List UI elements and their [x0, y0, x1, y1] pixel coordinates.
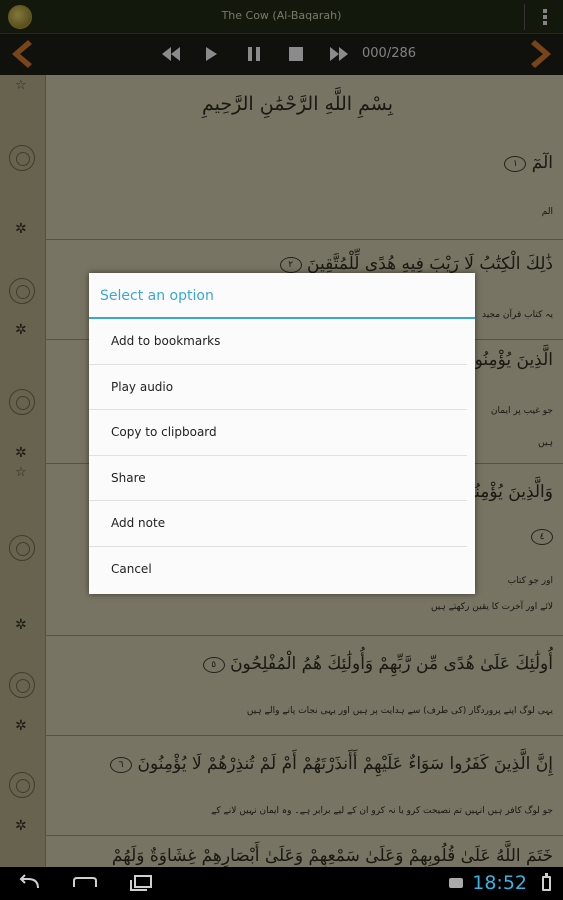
- system-nav-bar: 18:52: [0, 867, 563, 900]
- select-option-dialog: Select an option Add to bookmarks Play a…: [89, 273, 475, 594]
- add-note-option[interactable]: Add note: [89, 501, 467, 547]
- add-to-bookmarks-option[interactable]: Add to bookmarks: [89, 319, 467, 365]
- cancel-option[interactable]: Cancel: [89, 547, 467, 593]
- clock: 18:52: [472, 872, 527, 894]
- copy-to-clipboard-option[interactable]: Copy to clipboard: [89, 410, 467, 456]
- dialog-title: Select an option: [89, 273, 475, 319]
- battery-icon: [542, 873, 551, 891]
- keyboard-icon: [449, 878, 463, 888]
- share-option[interactable]: Share: [89, 456, 467, 502]
- play-audio-option[interactable]: Play audio: [89, 365, 467, 411]
- home-icon[interactable]: [72, 873, 98, 893]
- back-icon[interactable]: [16, 873, 42, 893]
- recents-icon[interactable]: [128, 873, 154, 893]
